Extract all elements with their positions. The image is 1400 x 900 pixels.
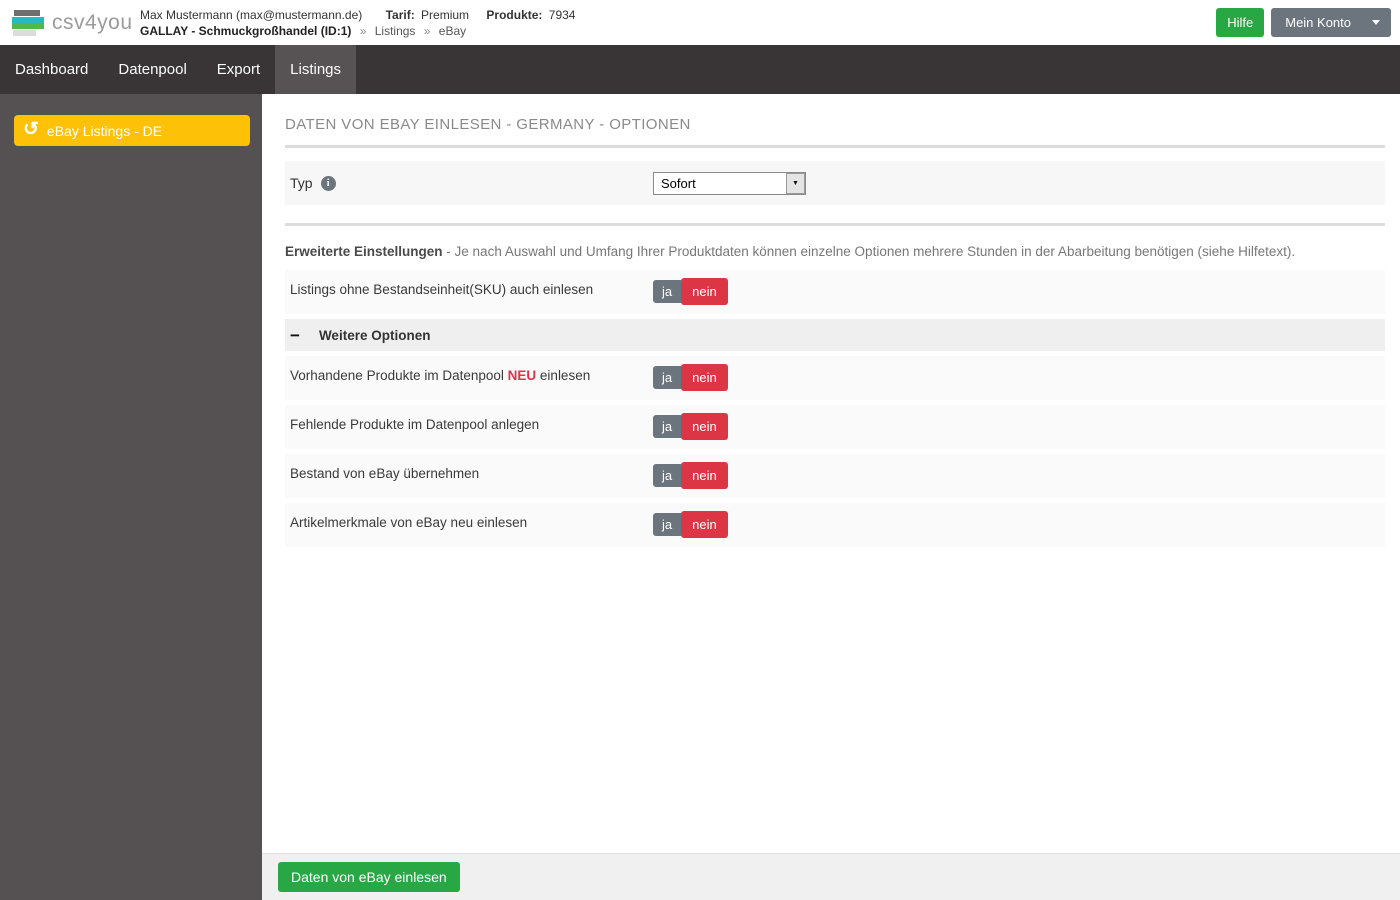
option-label-highlight: NEU — [507, 368, 537, 383]
logo-text: csv4you — [52, 10, 133, 34]
produkte-label: Produkte: — [486, 7, 543, 22]
toggle-ja-button[interactable]: ja — [653, 513, 682, 536]
toggle-ja-button[interactable]: ja — [653, 280, 682, 303]
user-info-block: Max Mustermann (max@mustermann.de) Tarif… — [140, 7, 575, 39]
toggle-ja-button[interactable]: ja — [653, 415, 682, 438]
main-navbar: Dashboard Datenpool Export Listings — [0, 45, 1400, 94]
toggle-nein-button[interactable]: nein — [681, 511, 728, 538]
toggle-nein-button[interactable]: nein — [681, 364, 728, 391]
sidebar: ↺ eBay Listings - DE — [0, 94, 262, 900]
typ-select-value: Sofort — [661, 175, 696, 191]
daten-einlesen-button[interactable]: Daten von eBay einlesen — [278, 862, 460, 892]
toggle-nein-button[interactable]: nein — [681, 462, 728, 489]
breadcrumb-account: GALLAY - Schmuckgroßhandel (ID:1) — [140, 23, 352, 38]
toggle-nein-button[interactable]: nein — [681, 278, 728, 305]
refresh-icon: ↺ — [23, 119, 39, 140]
ebay-listings-de-button[interactable]: ↺ eBay Listings - DE — [14, 115, 250, 146]
option-label-prefix: Vorhandene Produkte im Datenpool — [290, 368, 508, 383]
account-dropdown-button[interactable]: Mein Konto — [1271, 8, 1391, 37]
toggle-ja-button[interactable]: ja — [653, 464, 682, 487]
option-label: Listings ohne Bestandseinheit(SKU) auch … — [290, 282, 594, 297]
option-row-sku: Listings ohne Bestandseinheit(SKU) auch … — [285, 270, 1385, 314]
option-row-bestand: Bestand von eBay übernehmen ja nein — [285, 454, 1385, 498]
option-row-fehlende: Fehlende Produkte im Datenpool anlegen j… — [285, 405, 1385, 449]
nav-item-dashboard[interactable]: Dashboard — [0, 45, 103, 94]
toggle-ja-button[interactable]: ja — [653, 366, 682, 389]
breadcrumb-ebay-link[interactable]: eBay — [439, 24, 466, 38]
breadcrumb: GALLAY - Schmuckgroßhandel (ID:1) » List… — [140, 23, 575, 39]
info-icon[interactable]: i — [320, 175, 336, 191]
page-title: DATEN VON EBAY EINLESEN - GERMANY - OPTI… — [285, 116, 691, 133]
typ-select[interactable]: Sofort ▼ — [653, 171, 806, 195]
divider — [285, 223, 1385, 226]
option-row-artikelmerkmale: Artikelmerkmale von eBay neu einlesen ja… — [285, 503, 1385, 547]
caret-down-icon — [1363, 8, 1391, 37]
advanced-settings-text: Erweiterte Einstellungen - Je nach Auswa… — [285, 242, 1385, 262]
advanced-settings-heading: Erweiterte Einstellungen — [285, 244, 443, 259]
breadcrumb-separator: » — [359, 23, 367, 38]
main-content: DATEN VON EBAY EINLESEN - GERMANY - OPTI… — [262, 94, 1400, 853]
toggle-nein-button[interactable]: nein — [681, 413, 728, 440]
tarif-value: Premium — [421, 7, 470, 22]
user-name: Max Mustermann (max@mustermann.de) — [140, 7, 363, 22]
breadcrumb-listings-link[interactable]: Listings — [375, 24, 416, 38]
collapse-minus-icon[interactable]: − — [290, 327, 300, 344]
nav-item-listings[interactable]: Listings — [275, 45, 356, 94]
toggle-artikelmerkmale: ja nein — [653, 511, 728, 538]
weitere-optionen-header: − Weitere Optionen — [285, 319, 1385, 351]
typ-label: Typ — [290, 175, 313, 191]
toggle-neu: ja nein — [653, 364, 728, 391]
advanced-settings-description: - Je nach Auswahl und Umfang Ihrer Produ… — [442, 244, 1296, 259]
produkte-value: 7934 — [548, 7, 576, 22]
breadcrumb-separator: » — [423, 23, 431, 38]
nav-item-datenpool[interactable]: Datenpool — [103, 45, 201, 94]
help-button[interactable]: Hilfe — [1216, 8, 1265, 37]
nav-item-export[interactable]: Export — [202, 45, 275, 94]
toggle-sku: ja nein — [653, 278, 728, 305]
account-button-label: Mein Konto — [1285, 15, 1351, 30]
ebay-listings-de-label: eBay Listings - DE — [46, 122, 163, 139]
option-row-neu: Vorhandene Produkte im Datenpool NEU ein… — [285, 356, 1385, 400]
logo-bars-icon — [12, 9, 45, 36]
toggle-bestand: ja nein — [653, 462, 728, 489]
option-label-suffix: einlesen — [536, 368, 591, 383]
group-title: Weitere Optionen — [318, 327, 431, 343]
option-label: Fehlende Produkte im Datenpool anlegen — [290, 417, 540, 432]
divider — [285, 145, 1385, 148]
option-label: Vorhandene Produkte im Datenpool NEU ein… — [290, 364, 653, 383]
select-arrow-icon: ▼ — [786, 172, 805, 194]
action-footer: Daten von eBay einlesen — [262, 853, 1400, 900]
option-label: Bestand von eBay übernehmen — [290, 466, 480, 481]
option-label: Artikelmerkmale von eBay neu einlesen — [290, 515, 528, 530]
toggle-fehlende: ja nein — [653, 413, 728, 440]
tarif-label: Tarif: — [385, 7, 415, 22]
app-header: csv4you Max Mustermann (max@mustermann.d… — [0, 0, 1400, 45]
typ-row: Typ i Sofort ▼ — [285, 161, 1385, 205]
csv4you-logo[interactable]: csv4you — [12, 9, 138, 36]
